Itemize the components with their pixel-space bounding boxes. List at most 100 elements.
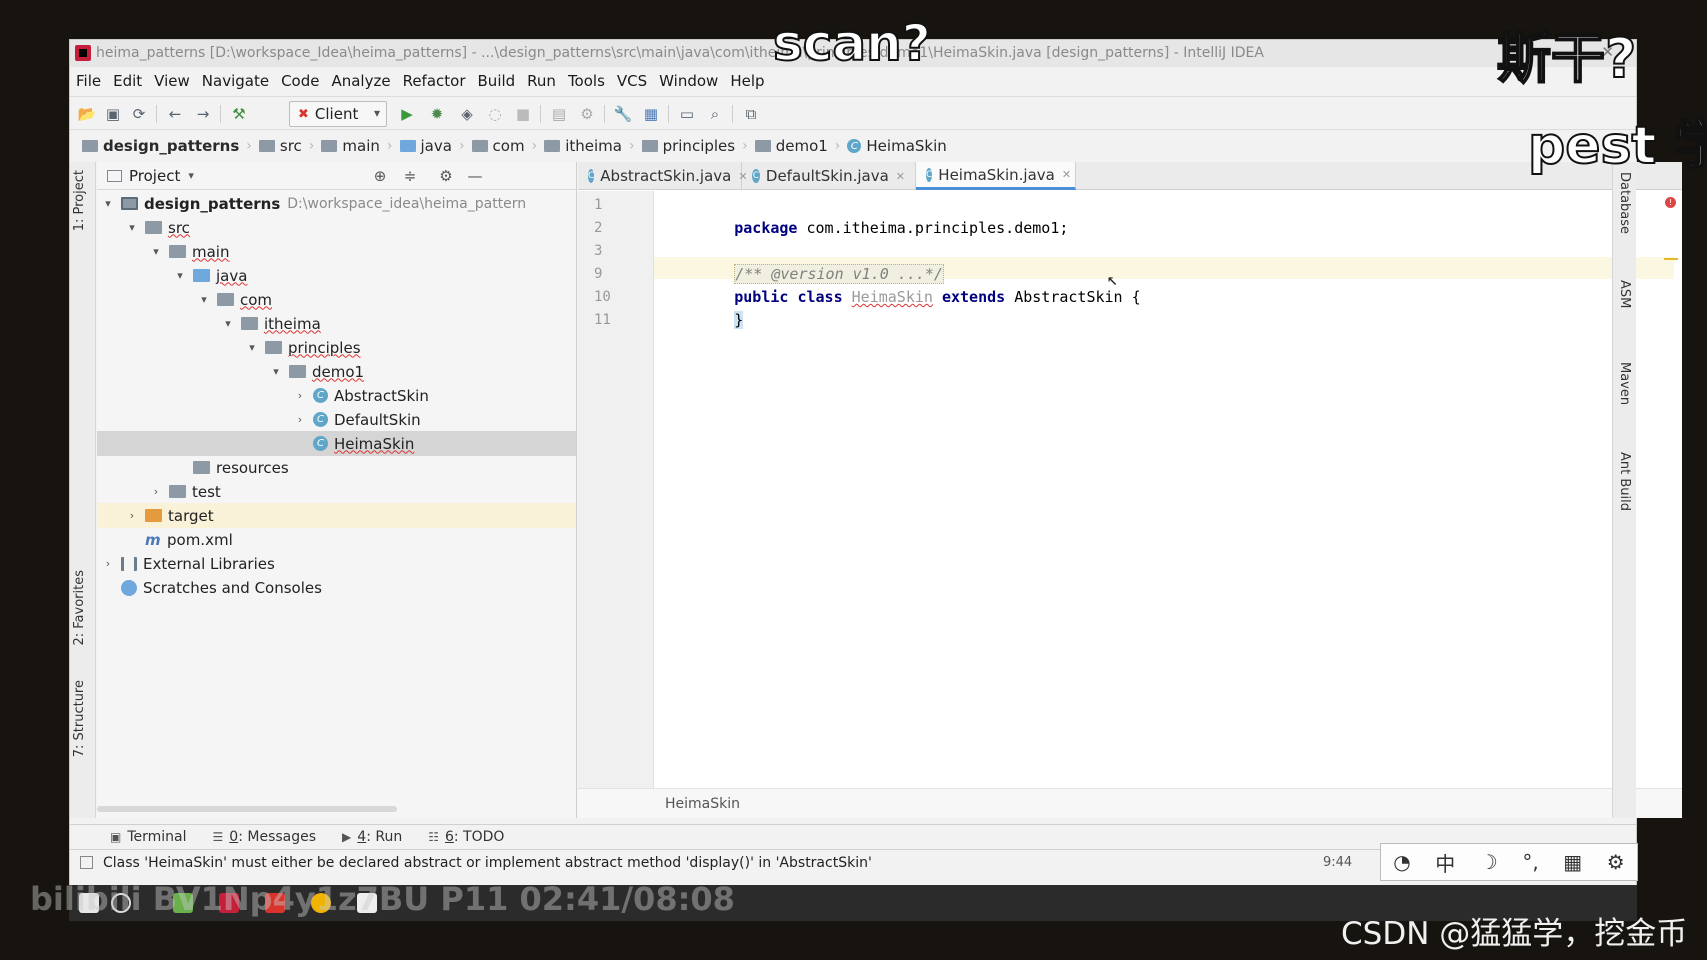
ant-build-tool-tab[interactable]: Ant Build <box>1617 452 1632 511</box>
tree-node-defaultskin[interactable]: › C DefaultSkin <box>97 407 576 432</box>
tab-abstractskin[interactable]: C AbstractSkin.java ✕ <box>578 162 748 190</box>
tree-node-main[interactable]: ▾ main <box>97 239 576 264</box>
menu-vcs[interactable]: VCS <box>617 72 647 90</box>
code-editor[interactable]: package com.itheima.principles.demo1; /*… <box>654 191 1674 788</box>
tree-node-heimaskin[interactable]: ›C HeimaSkin <box>97 431 576 456</box>
menu-view[interactable]: View <box>154 72 190 90</box>
run-configuration-select[interactable]: ✖ Client ▾ <box>289 101 387 127</box>
breadcrumb-java[interactable]: java <box>399 137 452 155</box>
editor-footer-breadcrumb[interactable]: HeimaSkin <box>578 788 1682 818</box>
horizontal-scrollbar[interactable] <box>97 806 397 812</box>
menu-analyze[interactable]: Analyze <box>331 72 390 90</box>
gear-icon[interactable]: ⚙ <box>436 166 456 186</box>
save-all-icon[interactable]: ▣ <box>102 103 124 125</box>
back-arrow-icon[interactable]: ← <box>164 103 186 125</box>
wrench-settings-icon[interactable]: 🔧 <box>612 103 634 125</box>
structure-tool-tab[interactable]: 7: Structure <box>72 680 87 757</box>
chevron-right-icon[interactable]: › <box>293 413 307 426</box>
warning-stripe[interactable] <box>1664 258 1678 260</box>
tree-node-demo1[interactable]: ▾ demo1 <box>97 359 576 384</box>
favorites-tool-tab[interactable]: 2: Favorites <box>72 570 87 646</box>
ime-language-toggle[interactable]: 中 <box>1435 848 1455 877</box>
menu-code[interactable]: Code <box>281 72 319 90</box>
collapse-all-icon[interactable]: ≑ <box>400 166 420 186</box>
chevron-down-icon[interactable]: ▾ <box>269 365 283 378</box>
chevron-right-icon[interactable]: › <box>101 557 115 570</box>
search-icon[interactable]: ⌕ <box>704 103 726 125</box>
chevron-down-icon[interactable]: ▾ <box>101 197 115 210</box>
project-tool-tab[interactable]: 1: Project <box>72 170 87 231</box>
run-icon[interactable]: ▶ <box>396 103 418 125</box>
tree-node-principles[interactable]: ▾ principles <box>97 335 576 360</box>
breadcrumb-design-patterns[interactable]: design_patterns <box>82 137 239 155</box>
ime-punctuation-icon[interactable]: °, <box>1522 850 1538 874</box>
tree-node-resources[interactable]: › resources <box>97 455 576 480</box>
breadcrumb-main[interactable]: main <box>321 137 380 155</box>
breadcrumb-src[interactable]: src <box>258 137 302 155</box>
chevron-down-icon[interactable]: ▾ <box>221 317 235 330</box>
menu-edit[interactable]: Edit <box>113 72 142 90</box>
asm-tool-tab[interactable]: ASM <box>1617 280 1632 308</box>
close-icon[interactable]: ✕ <box>896 170 905 183</box>
tab-defaultskin[interactable]: C DefaultSkin.java ✕ <box>742 162 916 190</box>
menu-window[interactable]: Window <box>659 72 718 90</box>
breadcrumb-principles[interactable]: principles <box>641 137 735 155</box>
tree-node-scratches[interactable]: › Scratches and Consoles <box>97 575 576 600</box>
vcs-update-icon[interactable]: ⚙ <box>576 103 598 125</box>
tree-node-java[interactable]: ▾ java <box>97 263 576 288</box>
close-icon[interactable]: ✕ <box>1062 168 1071 181</box>
tree-node-pom[interactable]: ›m pom.xml <box>97 527 576 552</box>
stop-icon[interactable]: ■ <box>512 103 534 125</box>
todo-tab[interactable]: ☷ 6: TODO <box>428 829 504 845</box>
menu-navigate[interactable]: Navigate <box>202 72 269 90</box>
chevron-down-icon[interactable]: ▾ <box>173 269 187 282</box>
chevron-down-icon[interactable]: ▾ <box>149 245 163 258</box>
project-structure-icon[interactable]: ▦ <box>640 103 662 125</box>
tree-node-test[interactable]: › test <box>97 479 576 504</box>
database-tool-tab[interactable]: Database <box>1617 172 1632 234</box>
chevron-right-icon[interactable]: › <box>125 509 139 522</box>
project-view-select[interactable]: Project <box>129 167 180 185</box>
status-toggle-icon[interactable] <box>80 856 93 869</box>
error-indicator-icon[interactable]: ! <box>1665 197 1676 208</box>
messages-tab[interactable]: ☰ 0: Messages <box>213 829 317 845</box>
run-tab[interactable]: ▶ 4: Run <box>342 829 402 845</box>
menu-file[interactable]: File <box>76 72 101 90</box>
debug-bug-icon[interactable]: ✹ <box>426 103 448 125</box>
build-hammer-icon[interactable]: ⚒ <box>228 103 250 125</box>
ime-settings-icon[interactable]: ⚙ <box>1607 850 1625 874</box>
hide-panel-icon[interactable]: — <box>465 166 485 186</box>
caret-position[interactable]: 9:44 <box>1323 855 1352 870</box>
chevron-down-icon[interactable]: ▾ <box>125 221 139 234</box>
tree-node-itheima[interactable]: ▾ itheima <box>97 311 576 336</box>
profile-icon[interactable]: ◌ <box>484 103 506 125</box>
menu-run[interactable]: Run <box>527 72 556 90</box>
menu-tools[interactable]: Tools <box>568 72 605 90</box>
open-folder-icon[interactable]: 📂 <box>76 103 98 125</box>
forward-arrow-icon[interactable]: → <box>192 103 214 125</box>
tree-node-com[interactable]: ▾ com <box>97 287 576 312</box>
breadcrumb-com[interactable]: com <box>471 137 525 155</box>
locate-file-icon[interactable]: ⊕ <box>370 166 390 186</box>
tree-node-external-libraries[interactable]: › External Libraries <box>97 551 576 576</box>
menu-help[interactable]: Help <box>730 72 764 90</box>
tree-node-design-patterns[interactable]: ▾ design_patterns D:\workspace_idea\heim… <box>97 191 576 216</box>
chevron-down-icon[interactable]: ▾ <box>188 169 194 182</box>
ime-moon-icon[interactable]: ☽ <box>1480 850 1498 874</box>
breadcrumb-demo1[interactable]: demo1 <box>754 137 828 155</box>
sync-icon[interactable]: ⟳ <box>128 103 150 125</box>
chevron-right-icon[interactable]: › <box>293 389 307 402</box>
translate-icon[interactable]: ⧉ <box>740 103 762 125</box>
menu-build[interactable]: Build <box>478 72 516 90</box>
chevron-down-icon[interactable]: ▾ <box>245 341 259 354</box>
maven-tool-tab[interactable]: Maven <box>1617 362 1632 405</box>
tree-node-abstractskin[interactable]: › C AbstractSkin <box>97 383 576 408</box>
breadcrumb-itheima[interactable]: itheima <box>544 137 622 155</box>
run-with-coverage-icon[interactable]: ◈ <box>456 103 478 125</box>
terminal-tab[interactable]: ▣ Terminal <box>110 829 187 845</box>
breadcrumb-heimaskin[interactable]: C HeimaSkin <box>847 137 947 155</box>
ime-keyboard-icon[interactable]: ▦ <box>1563 850 1582 874</box>
menu-refactor[interactable]: Refactor <box>403 72 466 90</box>
tree-node-target[interactable]: › target <box>97 503 576 528</box>
chevron-right-icon[interactable]: › <box>149 485 163 498</box>
